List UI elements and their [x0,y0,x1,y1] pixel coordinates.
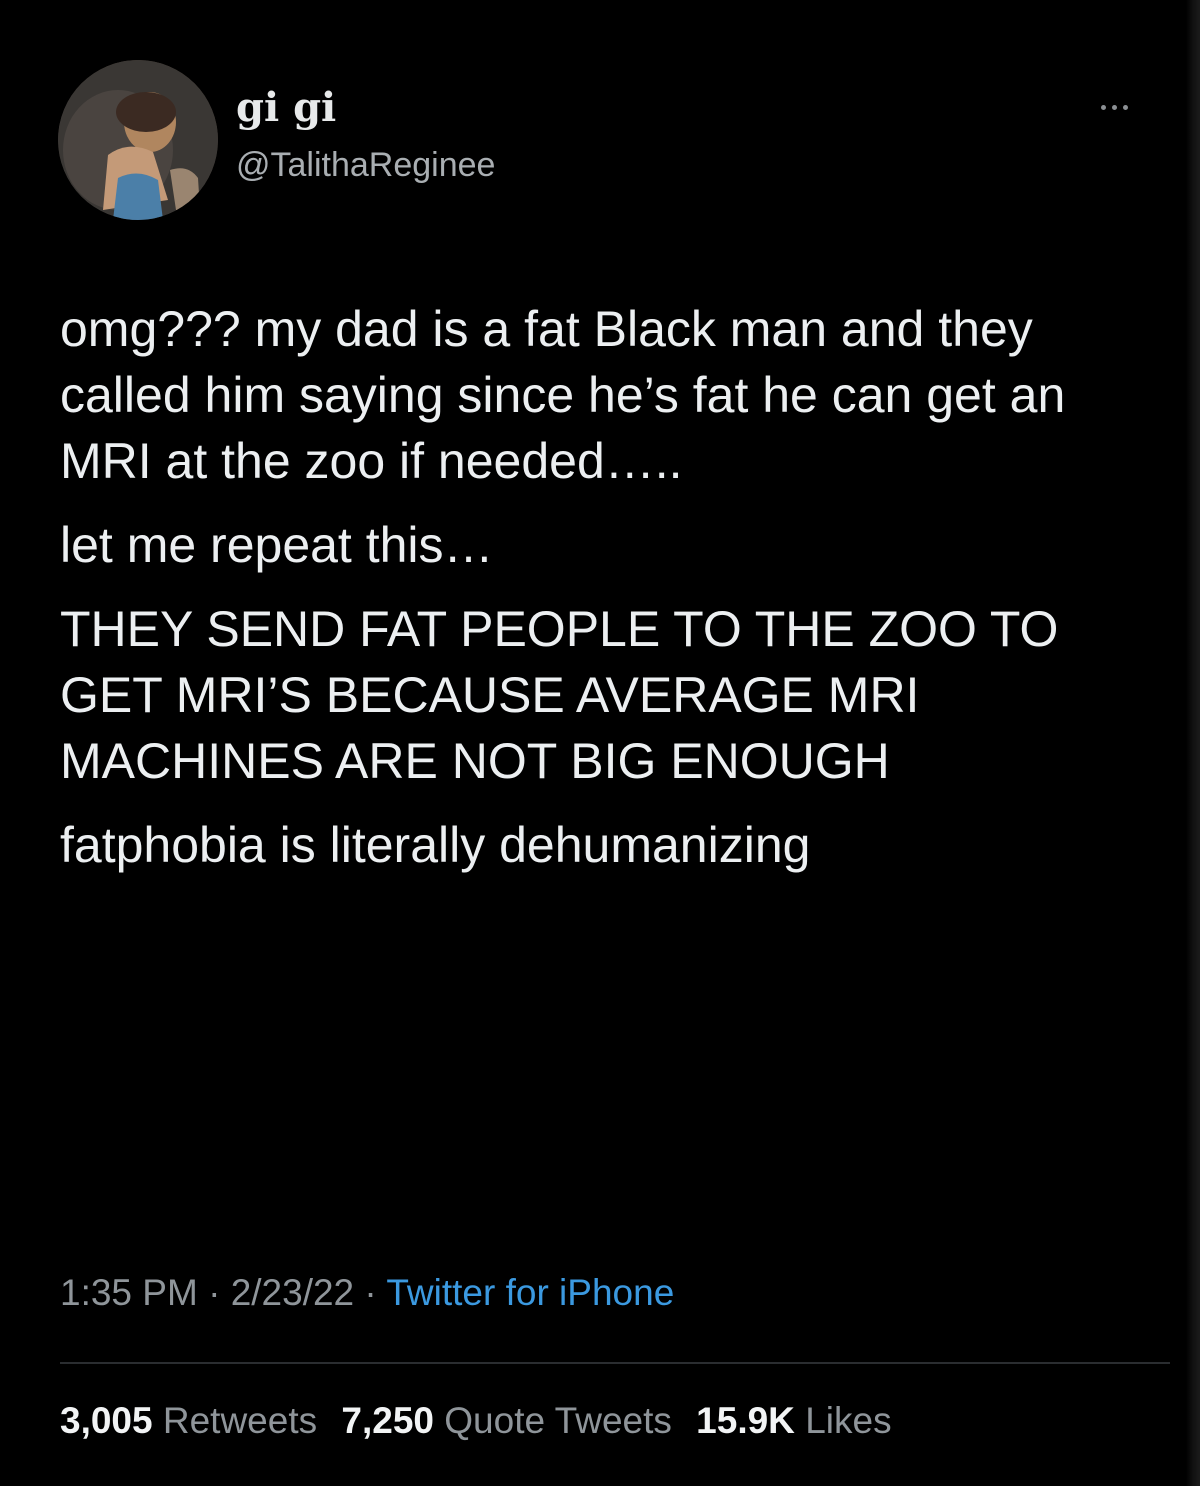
tweet-paragraph: let me repeat this… [60,517,494,573]
user-handle[interactable]: @TalithaReginee [236,146,495,185]
quote-tweets-count: 7,250 [341,1400,434,1441]
more-horizontal-icon[interactable] [1084,92,1144,122]
tweet-text: omg??? my dad is a fat Black man and the… [60,296,1160,878]
tweet-paragraph: omg??? my dad is a fat Black man and the… [60,301,1066,489]
meta-separator: · [354,1272,387,1313]
tweet-card: gi gi @TalithaReginee omg??? my dad is a… [0,0,1200,1486]
tweet-time[interactable]: 1:35 PM [60,1272,198,1313]
more-dot [1100,104,1106,110]
more-dot [1111,104,1117,110]
quote-tweets-stat[interactable]: 7,250 Quote Tweets [341,1400,672,1441]
tweet-metadata: 1:35 PM · 2/23/22 · Twitter for iPhone [60,1272,674,1314]
likes-label: Likes [805,1400,892,1441]
likes-stat[interactable]: 15.9K Likes [696,1400,891,1441]
avatar[interactable] [58,60,218,220]
display-name[interactable]: gi gi [236,84,336,131]
retweets-count: 3,005 [60,1400,153,1441]
divider [60,1362,1170,1364]
tweet-paragraph: fatphobia is literally dehumanizing [60,817,811,873]
frame-edge [1186,0,1200,1486]
tweet-source-link[interactable]: Twitter for iPhone [386,1272,674,1313]
retweets-label: Retweets [162,1400,318,1441]
avatar-image [58,60,218,220]
meta-separator: · [197,1272,231,1313]
tweet-paragraph: THEY SEND FAT PEOPLE TO THE ZOO TO GET M… [60,601,1059,789]
quote-tweets-label: Quote Tweets [444,1400,672,1441]
tweet-date[interactable]: 2/23/22 [231,1272,354,1313]
retweets-stat[interactable]: 3,005 Retweets [60,1400,317,1441]
likes-count: 15.9K [696,1400,795,1441]
tweet-stats: 3,005 Retweets 7,250 Quote Tweets 15.9K … [60,1400,892,1442]
more-dot [1122,104,1128,110]
